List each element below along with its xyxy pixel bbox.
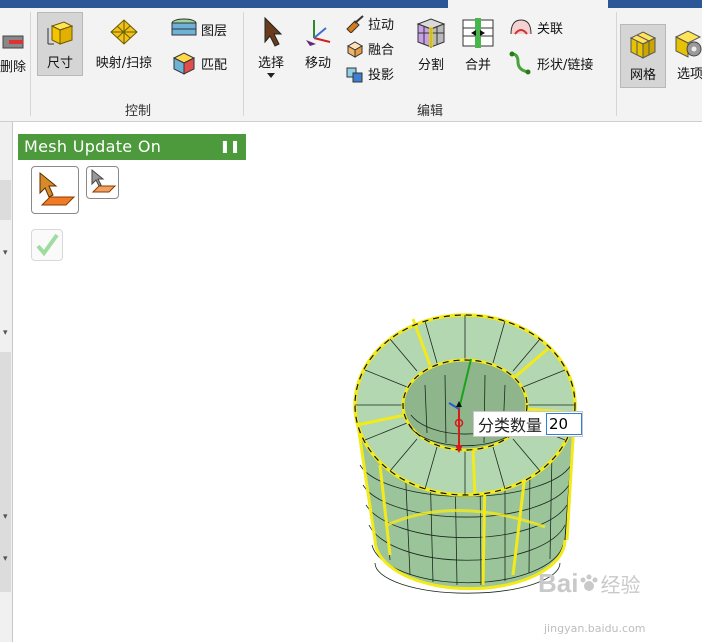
merge-button[interactable]: 合并: [458, 16, 498, 73]
layer-icon: [171, 18, 197, 36]
project-button[interactable]: 投影: [345, 64, 394, 83]
watermark-text: 经验: [600, 573, 641, 597]
fuse-label: 融合: [368, 43, 395, 58]
segment-count-label: 分类数量: [478, 416, 543, 435]
shape-link-button[interactable]: 形状/链接: [508, 50, 593, 76]
split-icon: [416, 18, 446, 48]
segment-count-input[interactable]: [546, 413, 583, 435]
move-button[interactable]: 移动: [297, 16, 339, 71]
size-cube-icon: [47, 21, 74, 45]
map-sweep-label: 映射/扫掠: [95, 56, 153, 71]
match-label: 匹配: [201, 57, 228, 73]
delete-icon: [2, 35, 24, 49]
select-face-icon: [91, 168, 117, 193]
pull-icon: [346, 14, 364, 33]
map-sweep-icon: [110, 19, 138, 45]
associate-icon: [510, 19, 532, 35]
chevron-down-icon[interactable]: [267, 73, 275, 79]
group-divider: [616, 12, 617, 116]
options-label: 选项: [677, 67, 702, 82]
split-button[interactable]: 分割: [410, 16, 452, 73]
chevron-down-icon[interactable]: ▾: [3, 554, 8, 564]
paw-icon: [580, 574, 598, 591]
layer-label: 图层: [201, 23, 228, 39]
active-tab-highlight: [448, 0, 608, 8]
chevron-down-icon[interactable]: ▾: [3, 512, 8, 522]
select-edge-icon: [39, 171, 76, 206]
complete-button[interactable]: [31, 229, 63, 261]
pause-icon[interactable]: ❚❚: [220, 139, 240, 153]
watermark-url: jingyan.baidu.com: [544, 622, 646, 635]
select-button[interactable]: 选择: [252, 16, 290, 79]
tool-guide-header: Mesh Update On ❚❚: [18, 134, 246, 160]
map-sweep-button[interactable]: 映射/扫掠: [88, 16, 160, 71]
fuse-button[interactable]: 融合: [345, 39, 394, 58]
delete-label: 删除: [0, 60, 27, 75]
match-button[interactable]: 匹配: [170, 50, 227, 76]
move-label: 移动: [304, 56, 331, 71]
group-label-control: 控制: [124, 104, 151, 119]
pull-button[interactable]: 拉动: [345, 14, 394, 33]
watermark-logo: Bai: [538, 568, 579, 598]
layer-button[interactable]: 图层: [170, 18, 227, 40]
pull-label: 拉动: [368, 18, 395, 33]
associate-button[interactable]: 关联: [508, 16, 563, 38]
select-label: 选择: [257, 56, 284, 71]
shape-link-icon: [509, 51, 531, 75]
shape-link-label: 形状/链接: [537, 57, 594, 73]
mesh-cube-icon: [629, 31, 657, 59]
associate-label: 关联: [537, 21, 564, 37]
project-icon: [346, 67, 363, 82]
size-button[interactable]: 尺寸: [37, 12, 83, 76]
select-face-tool-button[interactable]: [86, 166, 119, 199]
chevron-down-icon[interactable]: ▾: [3, 328, 8, 338]
mesh-button[interactable]: 网格: [620, 24, 666, 88]
left-dock-strip: ▾ ▾ ▾ ▾: [0, 122, 13, 642]
fuse-icon: [346, 40, 364, 58]
merge-label: 合并: [464, 58, 491, 73]
hollow-cylinder-model[interactable]: [345, 305, 585, 595]
move-axes-icon: [306, 20, 331, 46]
select-arrow-icon: [264, 16, 283, 47]
ribbon-toolbar: 删除 尺寸 映射/扫掠 图层 匹配 控制 选择 移动 拉动 融合 投影 分割 合…: [0, 8, 702, 122]
options-button[interactable]: 选项: [668, 27, 702, 82]
select-tool-button[interactable]: [31, 166, 79, 214]
group-divider: [243, 12, 244, 116]
merge-icon: [462, 18, 494, 48]
group-divider: [30, 12, 31, 116]
watermark: Bai 经验 jingyan.baidu.com: [538, 568, 646, 635]
panel-title: Mesh Update On: [24, 137, 162, 156]
match-icon: [172, 52, 196, 75]
segment-count-editor: 分类数量: [473, 411, 584, 437]
group-label-edit: 编辑: [416, 104, 443, 119]
title-bar: [0, 0, 702, 8]
delete-button[interactable]: 删除: [0, 30, 26, 75]
project-label: 投影: [368, 68, 395, 83]
options-gear-icon: [674, 30, 702, 58]
checkmark-icon: [36, 233, 59, 257]
split-label: 分割: [417, 58, 444, 73]
size-label: 尺寸: [46, 56, 73, 71]
mesh-label: 网格: [629, 68, 656, 83]
chevron-down-icon[interactable]: ▾: [3, 248, 8, 258]
